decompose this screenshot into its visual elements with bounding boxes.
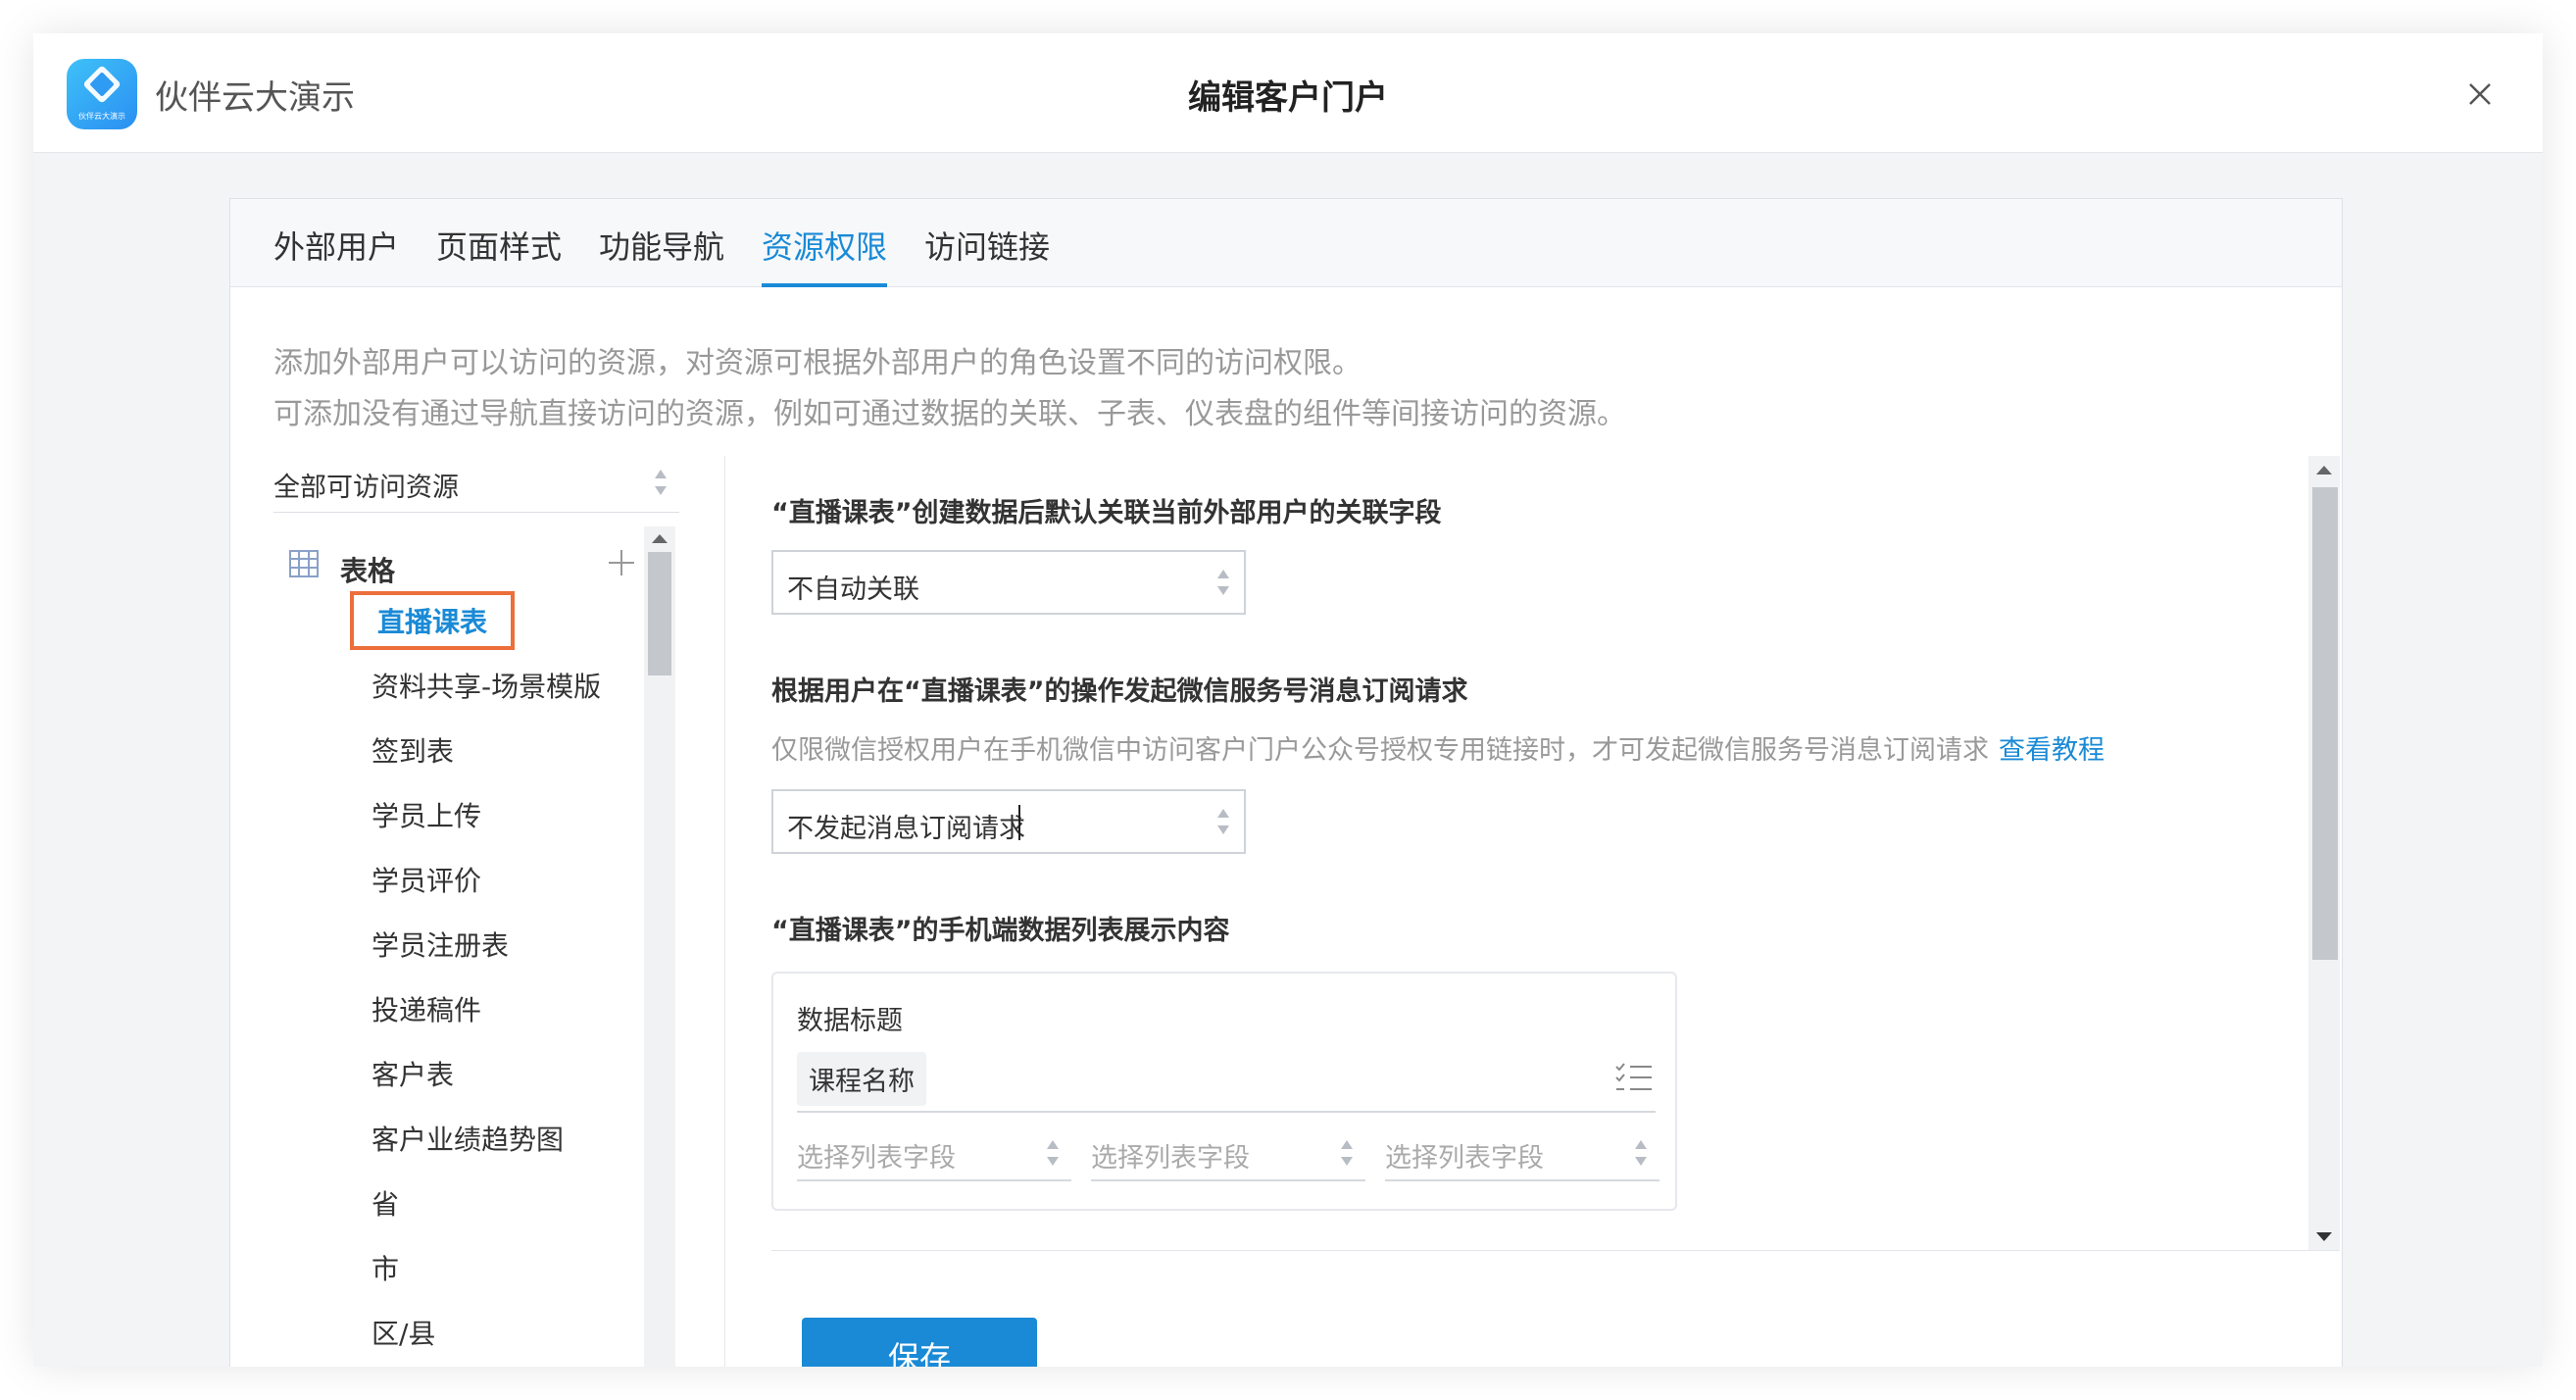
select-arrows-icon — [1340, 1138, 1354, 1168]
title-bar: 伙伴云大演示 伙伴云大演示 编辑客户门户 — [33, 33, 2543, 153]
text-caret — [1018, 805, 1020, 840]
list-field-select-2[interactable]: 选择列表字段 — [1091, 1126, 1365, 1181]
tab-external-users[interactable]: 外部用户 — [273, 223, 399, 287]
select-arrows-icon — [1634, 1138, 1648, 1168]
resource-item[interactable]: 学员评价 — [372, 860, 481, 899]
tab-page-style[interactable]: 页面样式 — [436, 223, 562, 287]
description-line-2: 可添加没有通过导航直接访问的资源，例如可通过数据的关联、子表、仪表盘的组件等间接… — [273, 397, 1626, 431]
resource-item[interactable]: 学员注册表 — [372, 925, 509, 964]
resource-item[interactable]: 资料共享-场景模版 — [372, 666, 601, 705]
resource-settings: “直播课表”创建数据后默认关联当前外部用户的关联字段 不自动关联 根据用户在“直… — [771, 456, 2301, 1250]
data-title-label: 数据标题 — [797, 1006, 903, 1036]
select-arrows-icon — [1216, 807, 1230, 836]
subscription-value: 不发起消息订阅请求 — [787, 814, 1025, 844]
subscription-hint-text: 仅限微信授权用户在手机微信中访问客户门户公众号授权专用链接时，才可发起微信服务号… — [771, 735, 1989, 766]
select-arrows-icon — [1046, 1138, 1060, 1168]
resource-item[interactable]: 市 — [372, 1248, 399, 1287]
tab-access-links[interactable]: 访问链接 — [924, 223, 1050, 287]
auto-link-select[interactable]: 不自动关联 — [771, 550, 1246, 615]
save-button[interactable]: 保存 — [802, 1318, 1037, 1367]
subscription-select[interactable]: 不发起消息订阅请求 — [771, 789, 1246, 854]
select-arrows-icon — [1216, 568, 1230, 597]
view-tutorial-link[interactable]: 查看教程 — [1999, 735, 2105, 766]
tab-bar: 外部用户 页面样式 功能导航 资源权限 访问链接 — [230, 199, 2342, 287]
tab-function-nav[interactable]: 功能导航 — [599, 223, 724, 287]
resource-filter-select[interactable]: 全部可访问资源 — [273, 454, 679, 513]
resource-item[interactable]: 客户业绩趋势图 — [372, 1119, 564, 1158]
scroll-down-icon[interactable] — [2316, 1232, 2332, 1241]
settings-scrollbar[interactable] — [2308, 456, 2340, 1250]
divider — [771, 1250, 2340, 1251]
auto-link-title: “直播课表”创建数据后默认关联当前外部用户的关联字段 — [771, 498, 1442, 528]
scroll-up-icon[interactable] — [652, 534, 668, 543]
auto-link-value: 不自动关联 — [787, 575, 919, 605]
list-field-select-1[interactable]: 选择列表字段 — [797, 1126, 1071, 1181]
settings-panel: 外部用户 页面样式 功能导航 资源权限 访问链接 添加外部用户可以访问的资源，对… — [229, 198, 2343, 1367]
select-arrows-icon — [654, 468, 668, 497]
data-title-tag[interactable]: 课程名称 — [797, 1052, 926, 1106]
description-line-1: 添加外部用户可以访问的资源，对资源可根据外部用户的角色设置不同的访问权限。 — [273, 346, 1362, 380]
list-field-placeholder: 选择列表字段 — [1091, 1143, 1250, 1174]
list-field-select-3[interactable]: 选择列表字段 — [1385, 1126, 1660, 1181]
dialog-window: 伙伴云大演示 伙伴云大演示 编辑客户门户 外部用户 页面样式 功能导航 资源权限… — [33, 33, 2543, 1367]
add-resource-plus-icon[interactable] — [607, 548, 636, 577]
list-field-placeholder: 选择列表字段 — [797, 1143, 956, 1174]
resource-item[interactable]: 投递稿件 — [372, 989, 481, 1028]
resource-list: 表格 直播课表 资料共享-场景模版 签到表 学员上传 学员评价 学员注册表 投递… — [273, 528, 679, 1367]
list-field-placeholder: 选择列表字段 — [1385, 1143, 1544, 1174]
subscription-title: 根据用户在“直播课表”的操作发起微信服务号消息订阅请求 — [771, 676, 1468, 707]
table-icon — [289, 550, 319, 577]
scrollbar-thumb[interactable] — [648, 552, 671, 675]
scrollbar-thumb[interactable] — [2312, 487, 2338, 960]
resource-item[interactable]: 省 — [372, 1183, 399, 1223]
dialog-title: 编辑客户门户 — [1188, 78, 1388, 118]
resource-filter-value: 全部可访问资源 — [273, 473, 459, 503]
resource-item[interactable]: 客户表 — [372, 1054, 454, 1093]
close-icon[interactable] — [2460, 75, 2500, 114]
mobile-list-title: “直播课表”的手机端数据列表展示内容 — [771, 916, 1230, 946]
divider — [797, 1111, 1656, 1113]
resource-item-live-schedule[interactable]: 直播课表 — [350, 591, 516, 650]
resource-list-scrollbar[interactable] — [644, 526, 675, 1367]
resource-item[interactable]: 学员上传 — [372, 795, 481, 834]
scroll-up-icon[interactable] — [2316, 466, 2332, 475]
tab-resource-permissions[interactable]: 资源权限 — [762, 223, 888, 287]
resource-group-tables: 表格 — [273, 528, 656, 587]
resource-item[interactable]: 区/县 — [372, 1313, 435, 1352]
column-divider — [724, 456, 725, 1367]
resource-item[interactable]: 签到表 — [372, 730, 454, 770]
subscription-hint: 仅限微信授权用户在手机微信中访问客户门户公众号授权专用链接时，才可发起微信服务号… — [771, 728, 2105, 767]
resource-group-label: 表格 — [340, 555, 396, 587]
mobile-list-card: 数据标题 课程名称 选择列表字段 选择列表字段 选择列表字段 — [771, 972, 1677, 1211]
field-list-icon[interactable] — [1614, 1062, 1654, 1093]
